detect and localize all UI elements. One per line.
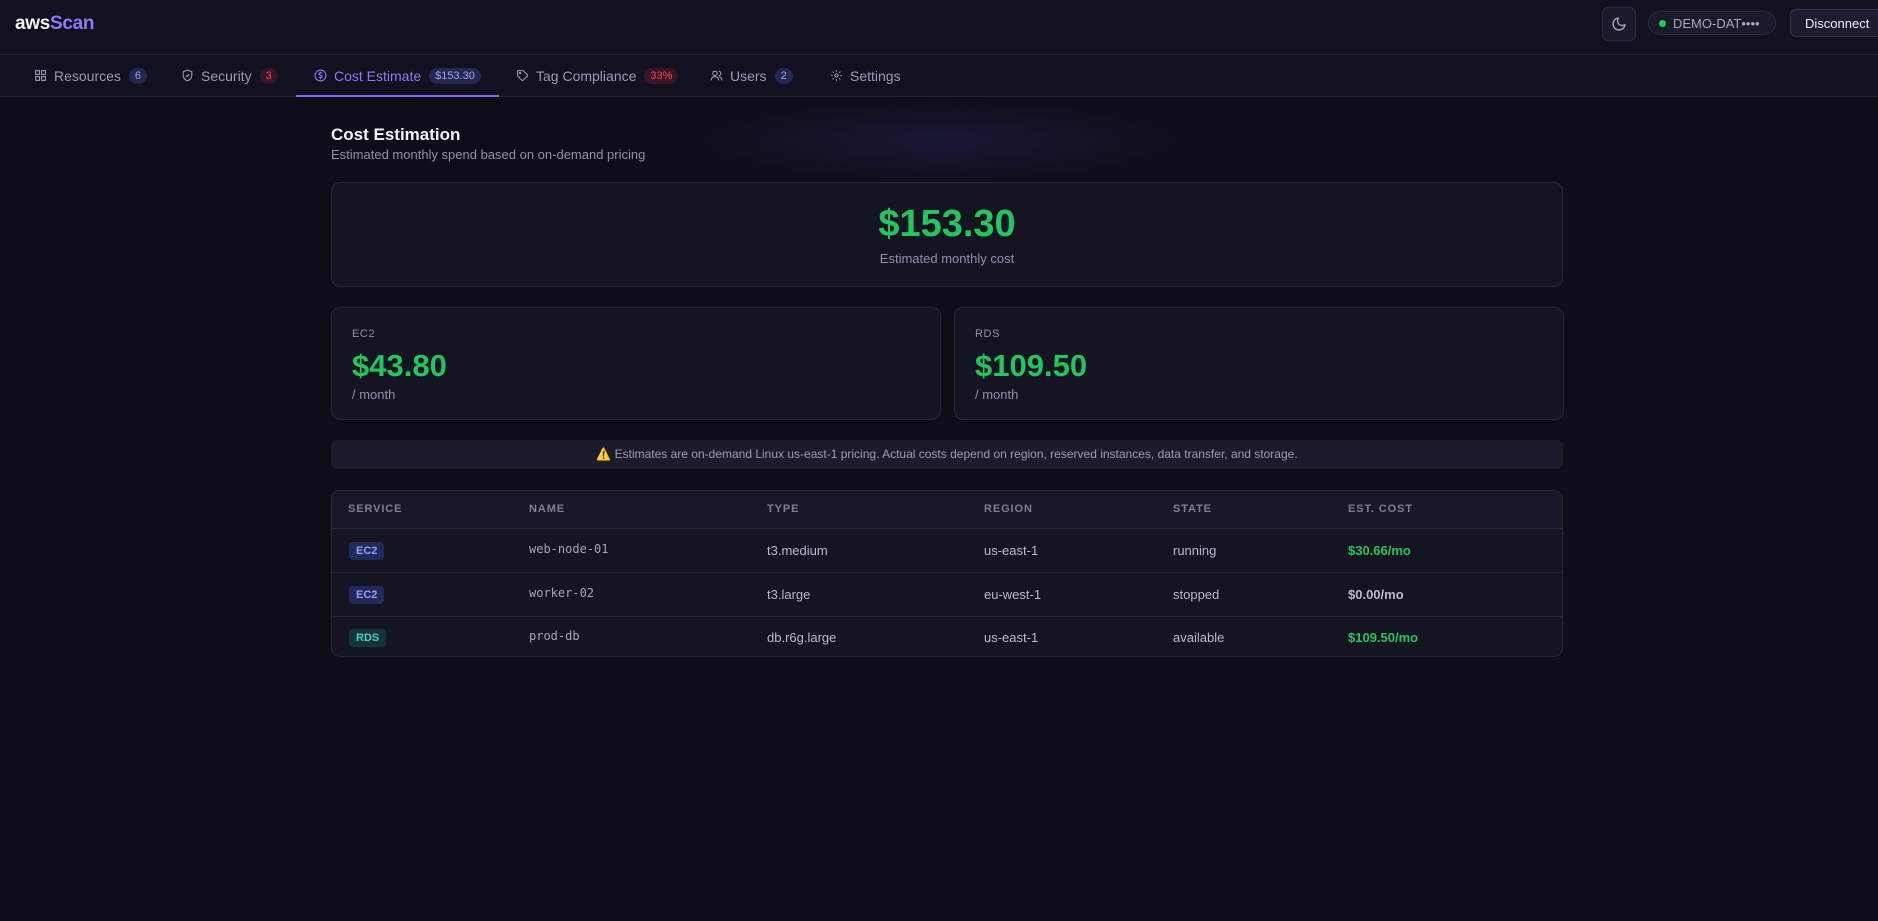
background-glow	[680, 96, 1200, 186]
state: stopped	[1173, 587, 1220, 602]
table-row[interactable]: EC2 worker-02 t3.large eu-west-1 stopped…	[332, 573, 1562, 617]
total-cost-value: $153.30	[878, 203, 1016, 245]
column-header[interactable]: TYPE	[767, 491, 799, 528]
instance-type: db.r6g.large	[767, 630, 837, 645]
column-header[interactable]: STATE	[1173, 491, 1212, 528]
tab-badge: 33%	[644, 67, 679, 84]
active-tab-indicator	[296, 95, 499, 97]
column-header[interactable]: REGION	[984, 491, 1033, 528]
page-subtitle: Estimated monthly spend based on on-dema…	[331, 147, 646, 162]
region: eu-west-1	[984, 587, 1042, 602]
tab-badge: 3	[259, 67, 278, 84]
tab-label: Users	[730, 67, 767, 84]
region: us-east-1	[984, 543, 1039, 558]
grid-icon	[35, 70, 46, 81]
page-title: Cost Estimation	[331, 125, 461, 144]
tab-bar: Resources 6 Security 3 Cost Estimate $15…	[0, 55, 1878, 97]
tab-tag-compliance[interactable]: Tag Compliance 33%	[516, 55, 679, 96]
tab-badge: 6	[128, 67, 148, 84]
gear-icon	[831, 70, 842, 81]
service-badge: RDS	[349, 629, 387, 647]
tag-icon	[517, 70, 528, 81]
tab-badge: $153.30	[429, 67, 481, 84]
tab-security[interactable]: Security 3	[181, 55, 278, 96]
est-cost: $109.50/mo	[1348, 630, 1419, 645]
service-label: RDS	[975, 328, 1001, 340]
resource-name: prod-db	[529, 629, 580, 643]
est-cost: $30.66/mo	[1348, 543, 1411, 558]
status-dot	[1659, 19, 1666, 27]
logo-prefix: aws	[15, 13, 51, 34]
service-badge: EC2	[349, 586, 385, 604]
tab-cost-estimate[interactable]: Cost Estimate $153.30	[296, 55, 499, 97]
region: us-east-1	[984, 630, 1039, 645]
top-bar: awsScan DEMO-DAT•••• Disconnect	[0, 0, 1878, 55]
theme-toggle-button[interactable]	[1602, 7, 1636, 41]
instance-type: t3.medium	[767, 543, 828, 558]
resource-name: worker-02	[529, 586, 595, 600]
connection-indicator[interactable]: DEMO-DAT••••	[1648, 11, 1776, 35]
table-header: SERVICE NAME TYPE REGION STATE EST. COST	[332, 491, 1562, 529]
dollar-icon	[314, 69, 327, 82]
app-logo[interactable]: awsScan	[15, 13, 95, 35]
users-icon	[710, 70, 723, 81]
connection-label: DEMO-DAT••••	[1673, 15, 1760, 31]
column-header[interactable]: EST. COST	[1348, 491, 1413, 528]
table-row[interactable]: RDS prod-db db.r6g.large us-east-1 avail…	[332, 616, 1562, 656]
total-cost-label: Estimated monthly cost	[879, 251, 1015, 266]
service-badge: EC2	[349, 542, 385, 560]
tab-users[interactable]: Users 2	[710, 55, 793, 96]
disconnect-button[interactable]: Disconnect	[1790, 9, 1878, 37]
resource-name: web-node-01	[529, 542, 609, 556]
tab-label: Settings	[850, 67, 901, 84]
service-cost-value: $109.50	[975, 348, 1088, 383]
rds-cost-card: RDS $109.50 / month	[954, 307, 1564, 420]
service-cost-period: / month	[352, 387, 396, 402]
tab-label: Tag Compliance	[536, 67, 637, 84]
pricing-notice: ⚠️ Estimates are on-demand Linux us-east…	[331, 440, 1563, 469]
total-cost-card: $153.30 Estimated monthly cost	[331, 182, 1563, 287]
instance-type: t3.large	[767, 587, 811, 602]
state: available	[1173, 630, 1225, 645]
tab-label: Cost Estimate	[334, 67, 422, 84]
column-header[interactable]: NAME	[529, 491, 565, 528]
table-row[interactable]: EC2 web-node-01 t3.medium us-east-1 runn…	[332, 529, 1562, 573]
service-cost-value: $43.80	[352, 348, 447, 383]
cost-table: SERVICE NAME TYPE REGION STATE EST. COST…	[331, 490, 1563, 657]
logo-suffix: Scan	[50, 13, 95, 34]
ec2-cost-card: EC2 $43.80 / month	[331, 307, 941, 420]
column-header[interactable]: SERVICE	[348, 491, 402, 528]
service-label: EC2	[352, 328, 376, 340]
tab-resources[interactable]: Resources 6	[34, 55, 148, 96]
moon-icon	[1612, 17, 1626, 31]
service-cost-period: / month	[975, 387, 1019, 402]
state: running	[1173, 543, 1217, 558]
tab-settings[interactable]: Settings	[830, 55, 901, 96]
est-cost: $0.00/mo	[1348, 587, 1404, 602]
tab-badge: 2	[774, 67, 793, 84]
shield-icon	[182, 69, 193, 82]
tab-label: Resources	[54, 67, 121, 84]
tab-label: Security	[201, 67, 252, 84]
